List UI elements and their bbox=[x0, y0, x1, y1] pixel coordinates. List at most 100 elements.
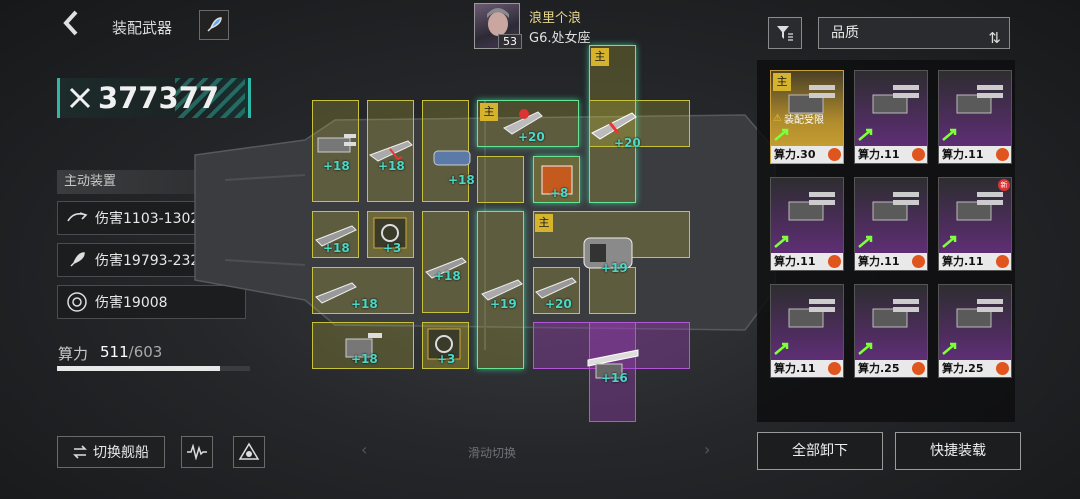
gear-icon bbox=[912, 362, 925, 375]
active-item-label: 伤害19008 bbox=[95, 295, 168, 311]
upgrade-arrow-icon bbox=[858, 342, 873, 355]
weapon-art-icon bbox=[956, 299, 1003, 328]
compute-used: 511 bbox=[100, 343, 129, 361]
bonus-label: +20 bbox=[614, 136, 641, 150]
wave-icon bbox=[187, 444, 207, 460]
bonus-label: +18 bbox=[323, 159, 350, 173]
gear-icon bbox=[912, 255, 925, 268]
sort-arrows-icon[interactable]: ⇅ bbox=[988, 23, 1001, 53]
active-item-label: 伤害1103-1302 bbox=[95, 211, 200, 227]
gear-icon bbox=[828, 148, 841, 161]
bonus-label: +18 bbox=[351, 297, 378, 311]
swipe-left-icon[interactable]: ‹ bbox=[361, 440, 367, 459]
compute-label: 算力 bbox=[58, 345, 89, 363]
swipe-hint: 滑动切换 bbox=[468, 446, 517, 460]
filter-button[interactable] bbox=[768, 17, 802, 49]
equipment-card[interactable]: 算力.25 bbox=[854, 284, 928, 378]
limit-text: 装配受限 bbox=[783, 114, 824, 126]
bonus-label: +3 bbox=[437, 352, 456, 366]
main-tag: 主 bbox=[591, 48, 609, 66]
swap-arrows-icon bbox=[73, 445, 87, 459]
unload-all-label: 全部卸下 bbox=[792, 443, 848, 459]
gear-icon bbox=[912, 148, 925, 161]
rocket-icon bbox=[207, 17, 222, 32]
equipment-card[interactable]: 算力.11 bbox=[938, 70, 1012, 164]
gear-icon bbox=[996, 362, 1009, 375]
main-tag: 主 bbox=[535, 214, 553, 232]
new-badge: 新 bbox=[998, 179, 1010, 191]
upgrade-arrow-icon bbox=[774, 342, 789, 355]
compute-value: 511/603 bbox=[100, 343, 162, 361]
main-tag: 主 bbox=[480, 103, 498, 121]
slot-cell[interactable] bbox=[477, 156, 524, 203]
upgrade-arrow-icon bbox=[942, 235, 957, 248]
missile-swirl-icon bbox=[64, 207, 90, 229]
equipment-card[interactable]: 算力.11 bbox=[770, 177, 844, 271]
equipment-inventory[interactable]: 主 ⚠ 装配受限 算力.30 算力.11 算力.11 算力.11 算力.11 新算力.11 算力.… bbox=[757, 60, 1015, 422]
sort-select-value: 品质 bbox=[831, 25, 859, 41]
unload-all-button[interactable]: 全部卸下 bbox=[757, 432, 883, 470]
crossed-swords-icon bbox=[69, 87, 91, 109]
triangle-node-icon bbox=[238, 442, 260, 460]
upgrade-arrow-icon bbox=[858, 235, 873, 248]
fighter-icon bbox=[535, 277, 577, 299]
weapon-art-icon bbox=[788, 299, 835, 328]
gear-icon bbox=[828, 362, 841, 375]
bonus-label: +20 bbox=[518, 130, 545, 144]
swipe-right-icon[interactable]: › bbox=[704, 440, 710, 459]
weapon-art-icon bbox=[872, 299, 919, 328]
quick-equip-button[interactable]: 快捷装载 bbox=[895, 432, 1021, 470]
equipment-card[interactable]: 算力.11 bbox=[854, 177, 928, 271]
formation-button[interactable] bbox=[233, 436, 265, 468]
switch-ship-button[interactable]: 切换舰船 bbox=[57, 436, 165, 468]
bonus-label: +18 bbox=[323, 241, 350, 255]
player-subtitle: G6.处女座 bbox=[529, 31, 591, 46]
upgrade-arrow-icon bbox=[858, 128, 873, 141]
back-chevron-icon[interactable] bbox=[56, 10, 86, 40]
quick-equip-label: 快捷装载 bbox=[930, 443, 986, 459]
target-ring-icon bbox=[64, 291, 90, 313]
equipment-card[interactable]: 主 ⚠ 装配受限 算力.30 bbox=[770, 70, 844, 164]
turret-icon bbox=[317, 134, 356, 153]
rocket-icon bbox=[64, 249, 90, 271]
equipment-card[interactable]: 算力.25 bbox=[938, 284, 1012, 378]
wave-button[interactable] bbox=[181, 436, 213, 468]
bonus-label: +19 bbox=[601, 261, 628, 275]
weapon-art-icon bbox=[872, 192, 919, 221]
sort-select[interactable]: 品质 ⇅ bbox=[818, 17, 1010, 49]
switch-ship-label: 切换舰船 bbox=[93, 445, 149, 461]
equipment-card[interactable]: 算力.11 bbox=[770, 284, 844, 378]
weapon-art-icon bbox=[872, 85, 919, 114]
equipment-card[interactable]: 算力.11 bbox=[854, 70, 928, 164]
gear-icon bbox=[996, 148, 1009, 161]
bonus-label: +18 bbox=[448, 173, 475, 187]
bonus-label: +16 bbox=[601, 371, 628, 385]
filter-icon bbox=[777, 26, 793, 41]
bonus-label: +18 bbox=[434, 269, 461, 283]
main-tag: 主 bbox=[773, 73, 791, 91]
page-title: 装配武器 bbox=[112, 19, 173, 37]
compute-max: /603 bbox=[128, 343, 163, 361]
weapon-art-icon bbox=[788, 192, 835, 221]
player-name: 浪里个浪 bbox=[529, 11, 582, 26]
bonus-label: +19 bbox=[490, 297, 517, 311]
assembly-limited-label: ⚠ 装配受限 bbox=[773, 111, 843, 126]
ship-info-button[interactable] bbox=[199, 10, 229, 40]
cannon-icon bbox=[433, 150, 471, 166]
bonus-label: +8 bbox=[550, 186, 569, 200]
upgrade-arrow-icon bbox=[942, 342, 957, 355]
weapon-art-icon bbox=[956, 192, 1003, 221]
bonus-label: +20 bbox=[545, 297, 572, 311]
weapon-art-icon bbox=[956, 85, 1003, 114]
gear-icon bbox=[996, 255, 1009, 268]
upgrade-arrow-icon bbox=[774, 128, 789, 141]
bonus-label: +3 bbox=[383, 241, 402, 255]
gear-icon bbox=[828, 255, 841, 268]
player-level: 53 bbox=[498, 34, 522, 49]
bonus-label: +18 bbox=[351, 352, 378, 366]
warning-icon: ⚠ bbox=[773, 112, 782, 124]
upgrade-arrow-icon bbox=[942, 128, 957, 141]
upgrade-arrow-icon bbox=[774, 235, 789, 248]
bonus-label: +18 bbox=[378, 159, 405, 173]
equipment-card[interactable]: 新算力.11 bbox=[938, 177, 1012, 271]
